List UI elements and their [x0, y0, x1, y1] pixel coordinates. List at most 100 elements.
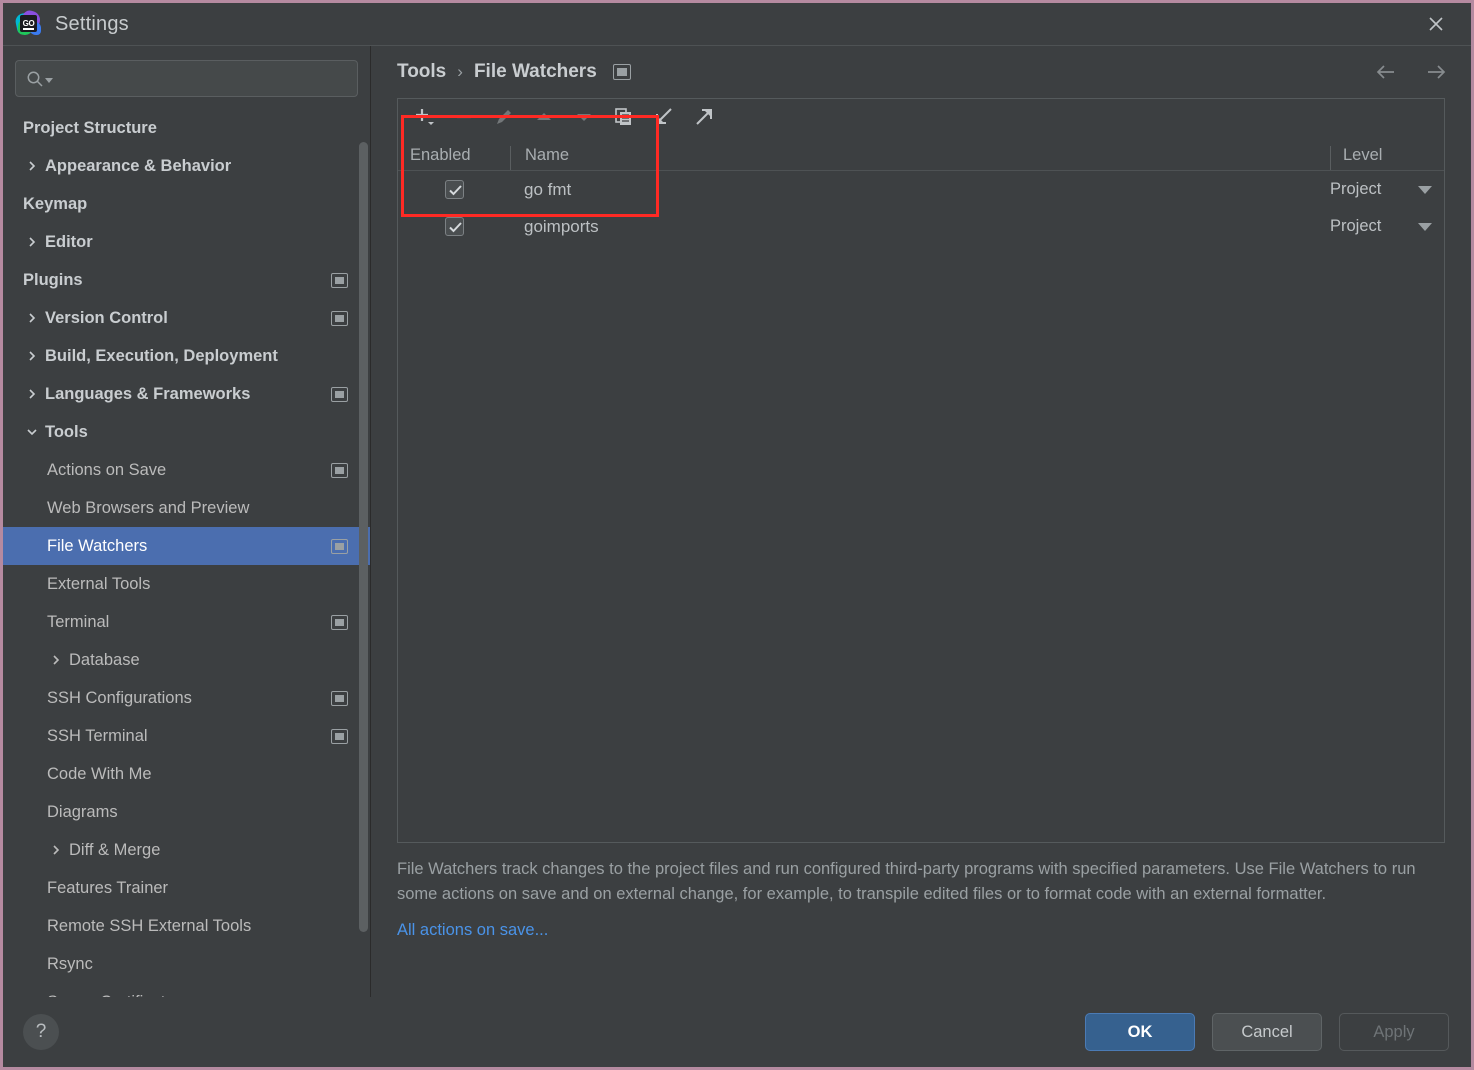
title-bar: GO Settings: [3, 3, 1471, 46]
table-row[interactable]: goimports Project: [398, 208, 1444, 245]
file-watchers-panel: Enabled Name Level go fmt Project goimport…: [397, 98, 1445, 997]
all-actions-on-save-link[interactable]: All actions on save...: [397, 921, 1445, 940]
chevron-down-icon[interactable]: [25, 425, 39, 439]
chevron-right-icon[interactable]: [25, 349, 39, 363]
move-up-button: [526, 104, 562, 134]
sidebar-item-ssh-terminal[interactable]: SSH Terminal: [3, 717, 370, 755]
breadcrumb-parent[interactable]: Tools: [397, 61, 446, 83]
sidebar-item-rsync[interactable]: Rsync: [3, 945, 370, 983]
sidebar-item-features-trainer[interactable]: Features Trainer: [3, 869, 370, 907]
arrow-left-icon[interactable]: [1373, 59, 1399, 85]
chevron-right-icon[interactable]: [25, 235, 39, 249]
watcher-name: go fmt: [524, 179, 572, 199]
sidebar-item-file-watchers[interactable]: File Watchers: [3, 527, 370, 565]
chevron-right-icon[interactable]: [25, 387, 39, 401]
table-header: Enabled Name Level: [398, 139, 1444, 171]
chevron-down-icon[interactable]: [1418, 222, 1432, 231]
nav-arrows: [1373, 59, 1449, 85]
sidebar-item-editor[interactable]: Editor: [3, 223, 370, 261]
close-icon[interactable]: [1423, 11, 1449, 37]
import-button[interactable]: [646, 104, 682, 134]
sidebar-item-terminal[interactable]: Terminal: [3, 603, 370, 641]
sidebar-item-label: Project Structure: [23, 118, 157, 137]
sidebar-item-code-with-me[interactable]: Code With Me: [3, 755, 370, 793]
sidebar-scrollbar-track[interactable]: [359, 142, 369, 997]
project-scope-icon: [331, 690, 348, 706]
sidebar-item-appearance-behavior[interactable]: Appearance & Behavior: [3, 147, 370, 185]
sidebar-item-label: Rsync: [47, 954, 93, 973]
enabled-checkbox[interactable]: [444, 217, 464, 236]
chevron-right-icon[interactable]: [49, 653, 63, 667]
chevron-down-icon[interactable]: [1418, 185, 1432, 194]
add-watcher-button[interactable]: [406, 104, 442, 134]
sidebar-item-build-execution-deployment[interactable]: Build, Execution, Deployment: [3, 337, 370, 375]
sidebar-item-remote-ssh-external-tools[interactable]: Remote SSH External Tools: [3, 907, 370, 945]
sidebar-item-label: Features Trainer: [47, 878, 169, 897]
watchers-toolbar: [398, 99, 1444, 139]
search-box[interactable]: [15, 60, 358, 97]
sidebar-item-label: SSH Configurations: [47, 688, 192, 707]
table-row[interactable]: go fmt Project: [398, 171, 1444, 208]
sidebar-item-label: Editor: [45, 232, 93, 251]
sidebar-item-ssh-configurations[interactable]: SSH Configurations: [3, 679, 370, 717]
arrow-down-icon: [573, 106, 595, 133]
sidebar-scrollbar-thumb[interactable]: [359, 142, 368, 932]
enabled-checkbox[interactable]: [444, 180, 464, 199]
sidebar-item-keymap[interactable]: Keymap: [3, 185, 370, 223]
sidebar-item-label: Database: [69, 650, 140, 669]
sidebar-item-label: Server Certificates: [47, 993, 183, 998]
export-button[interactable]: [686, 104, 722, 134]
minus-icon: [453, 106, 475, 133]
project-scope-icon: [612, 64, 631, 80]
sidebar-item-label: File Watchers: [47, 536, 148, 555]
search-input[interactable]: [59, 70, 347, 87]
sidebar-item-label: Version Control: [45, 308, 168, 327]
arrow-right-icon[interactable]: [1423, 59, 1449, 85]
copy-watcher-button[interactable]: [606, 104, 642, 134]
chevron-right-icon[interactable]: [25, 311, 39, 325]
settings-tree: Project Structure Appearance & Behavior Ke…: [3, 107, 370, 997]
sidebar-item-diagrams[interactable]: Diagrams: [3, 793, 370, 831]
chevron-right-icon[interactable]: [49, 843, 63, 857]
sidebar-item-label: Languages & Frameworks: [45, 384, 251, 403]
move-down-button: [566, 104, 602, 134]
sidebar-item-web-browsers-and-preview[interactable]: Web Browsers and Preview: [3, 489, 370, 527]
search-icon: [26, 70, 44, 88]
sidebar-item-actions-on-save[interactable]: Actions on Save: [3, 451, 370, 489]
project-scope-icon: [331, 310, 348, 326]
sidebar-item-diff-merge[interactable]: Diff & Merge: [3, 831, 370, 869]
enabled-cell: [398, 180, 510, 199]
footer-buttons: OK Cancel Apply: [1085, 1013, 1449, 1051]
level-value: Project: [1330, 217, 1382, 235]
sidebar-item-tools[interactable]: Tools: [3, 413, 370, 451]
remove-watcher-button: [446, 104, 482, 134]
breadcrumb-current: File Watchers: [473, 61, 597, 82]
sidebar-item-database[interactable]: Database: [3, 641, 370, 679]
ok-button[interactable]: OK: [1085, 1013, 1195, 1051]
column-header-enabled[interactable]: Enabled: [398, 146, 510, 170]
sidebar-item-project-structure[interactable]: Project Structure: [3, 109, 370, 147]
cancel-button[interactable]: Cancel: [1212, 1013, 1322, 1051]
sidebar-item-languages-frameworks[interactable]: Languages & Frameworks: [3, 375, 370, 413]
project-scope-icon: [331, 728, 348, 744]
sidebar-item-label: Actions on Save: [47, 460, 167, 479]
copy-icon: [613, 106, 635, 133]
dialog-body: Project Structure Appearance & Behavior Ke…: [3, 46, 1471, 997]
column-header-name[interactable]: Name: [510, 146, 1330, 170]
sidebar-item-label: Keymap: [23, 194, 88, 213]
sidebar-item-external-tools[interactable]: External Tools: [3, 565, 370, 603]
sidebar-item-plugins[interactable]: Plugins: [3, 261, 370, 299]
project-scope-icon: [331, 272, 348, 288]
sidebar-item-version-control[interactable]: Version Control: [3, 299, 370, 337]
column-header-level[interactable]: Level: [1330, 146, 1444, 170]
edit-watcher-button: [486, 104, 522, 134]
chevron-right-icon[interactable]: [25, 159, 39, 173]
help-button[interactable]: ?: [23, 1014, 59, 1050]
level-dropdown[interactable]: Project: [1330, 180, 1444, 199]
sidebar-item-server-certificates[interactable]: Server Certificates: [3, 983, 370, 998]
sidebar-item-label: Appearance & Behavior: [45, 156, 232, 175]
project-scope-icon: [331, 538, 348, 554]
plus-icon: [413, 106, 435, 133]
search-dropdown-icon[interactable]: [45, 78, 53, 83]
level-dropdown[interactable]: Project: [1330, 217, 1444, 236]
